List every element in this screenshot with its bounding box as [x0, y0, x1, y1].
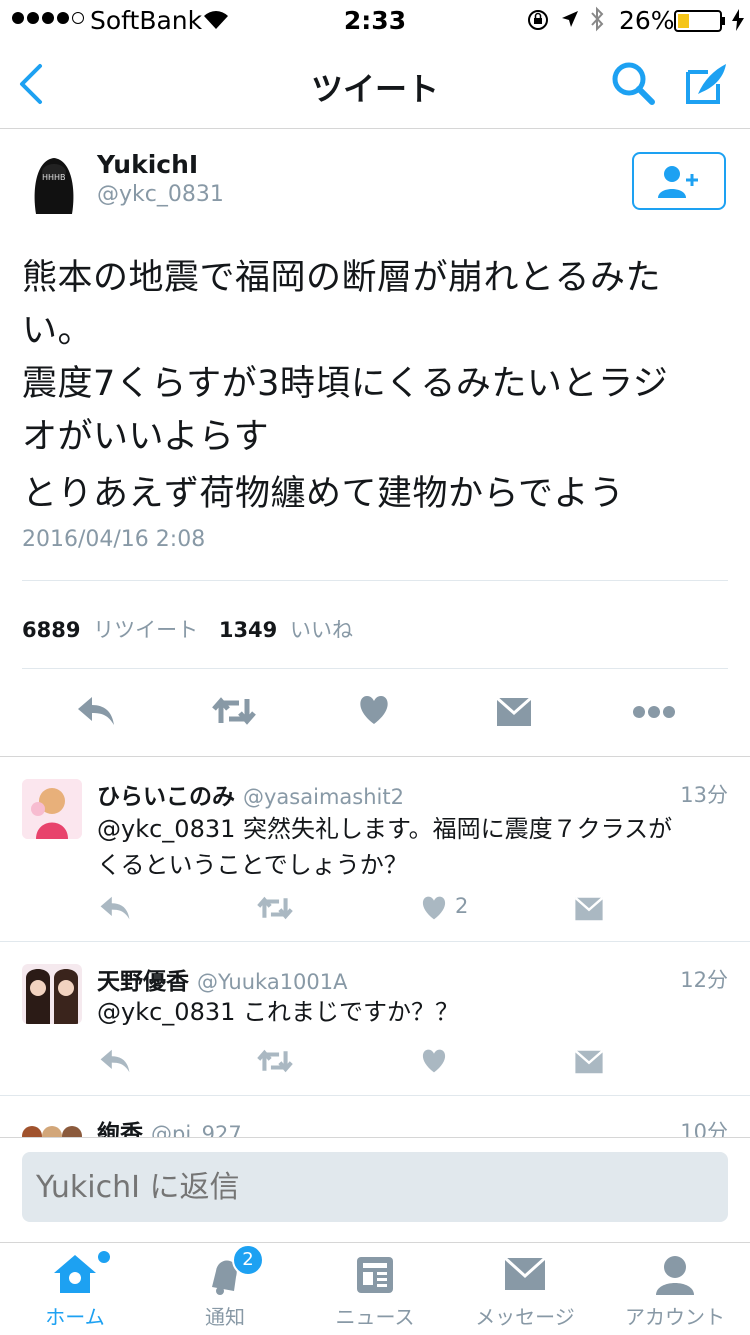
charging-icon	[732, 9, 744, 31]
dm-button[interactable]	[496, 697, 532, 727]
tab-news[interactable]: ニュース	[300, 1243, 450, 1335]
battery-icon	[674, 10, 730, 32]
bluetooth-icon	[589, 6, 605, 32]
location-icon	[560, 9, 580, 29]
reply-text: @ykc_0831 突然失礼します。福岡に震度７クラスが くるということでしょう…	[97, 811, 727, 883]
tweet-text: 熊本の地震で福岡の断層が崩れとるみた い。 震度7くらすが3時頃にくるみたいとラ…	[22, 252, 732, 521]
reply-avatar[interactable]	[22, 779, 82, 839]
reply-reply-button[interactable]	[99, 1048, 131, 1074]
tab-label: アカウント	[625, 1305, 725, 1329]
tweet-line: 震度7くらすが3時頃にくるみたいとラジ	[22, 364, 669, 404]
reply-text: @ykc_0831 これまじですか？？	[97, 994, 727, 1030]
reply-like-button[interactable]	[420, 895, 448, 921]
navigation-bar: ツイート	[0, 40, 750, 129]
reply-button[interactable]	[76, 695, 116, 727]
tweet-line: オがいいよらす	[22, 417, 270, 457]
tweet-line: 熊本の地震で福岡の断層が崩れとるみた	[22, 258, 662, 298]
account-icon	[654, 1253, 696, 1295]
tab-account[interactable]: アカウント	[600, 1243, 750, 1335]
search-button[interactable]	[610, 60, 656, 106]
reply-name[interactable]: 天野優香	[97, 969, 189, 995]
reply-input[interactable]	[22, 1152, 728, 1222]
reply-like-button[interactable]	[420, 1048, 448, 1074]
reply-handle[interactable]: @yasaimashit2	[243, 785, 404, 809]
reply-name[interactable]: 絢香	[97, 1121, 143, 1138]
tweet-line: い。	[22, 311, 94, 351]
reply-dm-button[interactable]	[574, 1050, 604, 1074]
divider	[22, 668, 728, 669]
notification-badge: 2	[232, 1244, 264, 1276]
reply-line: @ykc_0831 突然失礼します。福岡に震度７クラスが	[97, 815, 673, 843]
author-handle[interactable]: @ykc_0831	[97, 182, 224, 207]
tab-label: ニュース	[335, 1305, 415, 1329]
reply-item[interactable]: ひらいこのみ @yasaimashit2 13分 @ykc_0831 突然失礼しま…	[0, 757, 750, 942]
author-name[interactable]: YukichI	[97, 150, 198, 179]
retweet-label[interactable]: リツイート	[93, 618, 198, 642]
svg-text:HHHB: HHHB	[42, 173, 66, 182]
rotation-lock-icon	[527, 9, 549, 31]
follow-button[interactable]	[632, 152, 726, 210]
unread-dot	[98, 1251, 110, 1263]
reply-time: 13分	[680, 783, 728, 807]
tab-home[interactable]: ホーム	[0, 1243, 150, 1335]
reply-reply-button[interactable]	[99, 895, 131, 921]
reply-retweet-button[interactable]	[256, 895, 294, 921]
more-button[interactable]	[632, 705, 676, 719]
reply-composer	[0, 1137, 750, 1243]
reply-handle[interactable]: @Yuuka1001A	[197, 970, 348, 994]
tab-label: メッセージ	[475, 1305, 575, 1329]
tab-bar: ホーム 2 通知 ニュース メッセージ アカウント	[0, 1242, 750, 1335]
tweet-line: とりあえず荷物纏めて建物からでよう	[22, 474, 625, 514]
tweet-timestamp: 2016/04/16 2:08	[22, 527, 206, 552]
reply-name[interactable]: ひらいこのみ	[97, 784, 235, 810]
reply-handle[interactable]: @pi_927	[151, 1122, 242, 1138]
tab-notifications[interactable]: 2 通知	[150, 1243, 300, 1335]
news-icon	[355, 1255, 395, 1295]
reply-dm-button[interactable]	[574, 897, 604, 921]
tab-label: 通知	[205, 1305, 245, 1329]
like-label[interactable]: いいね	[290, 618, 353, 642]
tweet-stats: 6889 リツイート 1349 いいね	[22, 614, 353, 644]
reply-avatar[interactable]	[22, 964, 82, 1024]
reply-retweet-button[interactable]	[256, 1048, 294, 1074]
author-avatar[interactable]: HHHB	[22, 150, 86, 214]
retweet-count[interactable]: 6889	[22, 618, 80, 642]
message-icon	[504, 1257, 546, 1291]
reply-line: くるということでしょうか？	[97, 851, 408, 879]
reply-item[interactable]: 天野優香 @Yuuka1001A 12分 @ykc_0831 これまじですか？？	[0, 942, 750, 1096]
reply-time: 10分	[680, 1120, 728, 1138]
home-icon	[52, 1253, 98, 1295]
tab-messages[interactable]: メッセージ	[450, 1243, 600, 1335]
tab-label: ホーム	[45, 1305, 105, 1329]
battery-percent: 26%	[619, 6, 675, 35]
reply-time: 12分	[680, 968, 728, 992]
divider	[22, 580, 728, 581]
reply-item[interactable]: 絢香 @pi_927 10分	[0, 1096, 750, 1138]
add-user-icon	[656, 164, 706, 200]
like-count[interactable]: 1349	[219, 618, 277, 642]
compose-button[interactable]	[684, 60, 730, 106]
status-bar: SoftBank 2:33 26%	[0, 0, 750, 40]
reply-avatar[interactable]	[22, 1118, 82, 1138]
reply-line: @ykc_0831 これまじですか？？	[97, 998, 460, 1026]
retweet-button[interactable]	[211, 695, 257, 727]
reply-like-count: 2	[455, 894, 469, 918]
like-button[interactable]	[357, 694, 391, 726]
